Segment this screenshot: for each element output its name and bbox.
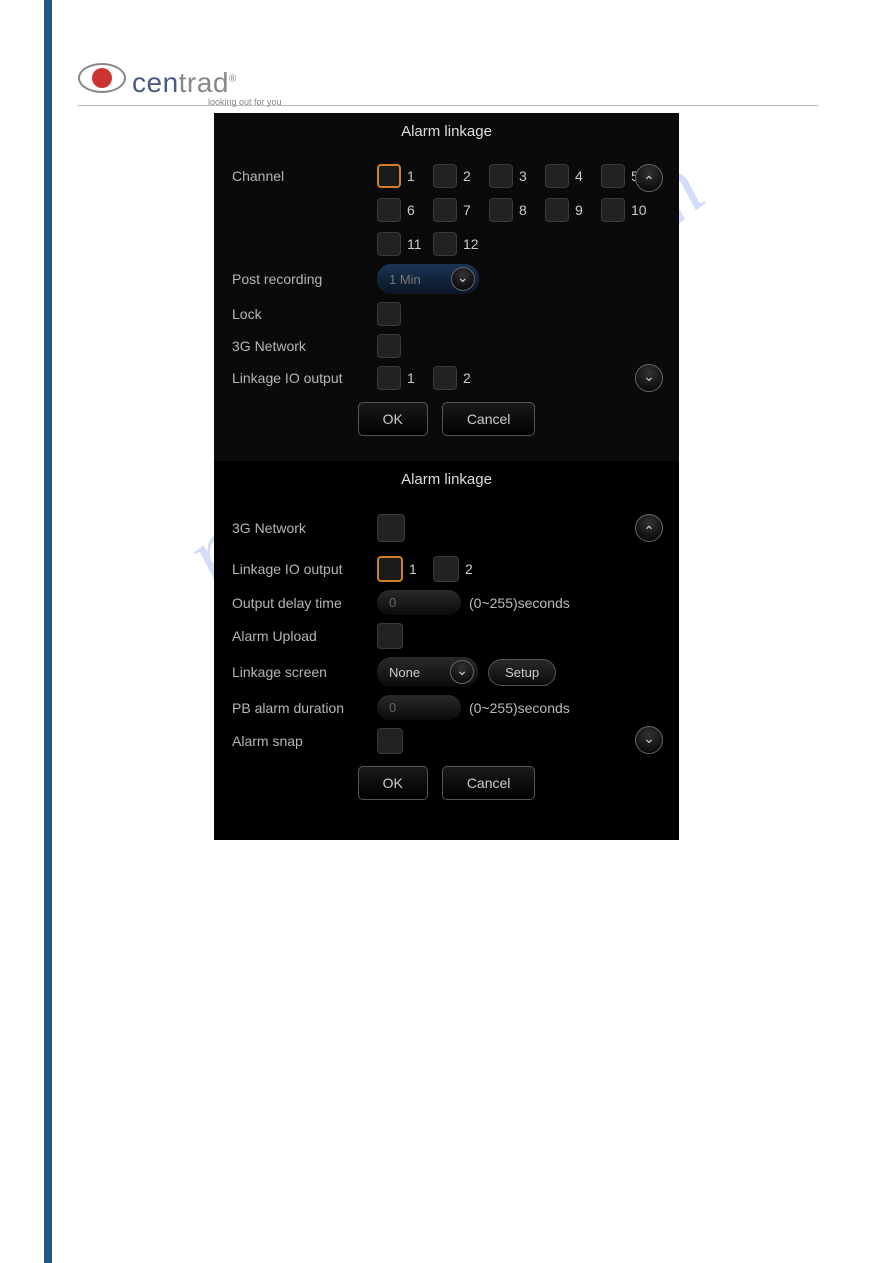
3g-network-checkbox[interactable] xyxy=(377,334,401,358)
linkage-io-checkbox-2[interactable]: 2 xyxy=(433,556,489,582)
page-left-bar xyxy=(44,0,52,1263)
output-delay-hint: (0~255)seconds xyxy=(469,595,570,611)
linkage-io-label: Linkage IO output xyxy=(232,370,377,386)
lock-label: Lock xyxy=(232,306,377,322)
post-recording-row: Post recording 1 Min xyxy=(214,260,679,298)
channel-checkbox-8[interactable]: 8 xyxy=(489,198,545,222)
dialog-title: Alarm linkage xyxy=(214,461,679,498)
linkage-screen-row: Linkage screen None Setup xyxy=(214,653,679,691)
linkage-io-checkbox-2[interactable]: 2 xyxy=(433,366,489,390)
alarm-snap-checkbox[interactable] xyxy=(377,728,403,754)
channel-checkbox-6[interactable]: 6 xyxy=(377,198,433,222)
pb-alarm-row: PB alarm duration 0 (0~255)seconds xyxy=(214,691,679,724)
3g-network-row: 3G Network xyxy=(214,498,679,546)
channel-checkbox-10[interactable]: 10 xyxy=(601,198,657,222)
alarm-upload-label: Alarm Upload xyxy=(232,628,377,644)
3g-network-checkbox[interactable] xyxy=(377,514,405,542)
linkage-io-checkbox-1[interactable]: 1 xyxy=(377,366,433,390)
channel-checkbox-4[interactable]: 4 xyxy=(545,164,601,188)
channel-checkbox-7[interactable]: 7 xyxy=(433,198,489,222)
alarm-upload-row: Alarm Upload xyxy=(214,619,679,653)
alarm-snap-label: Alarm snap xyxy=(232,733,377,749)
dialog-title: Alarm linkage xyxy=(214,113,679,150)
alarm-linkage-dialog-1: Alarm linkage Channel 1 2 3 4 5 6 7 8 9 … xyxy=(214,113,679,464)
channel-checkbox-11[interactable]: 11 xyxy=(377,232,433,256)
logo-eye-icon xyxy=(78,63,126,93)
scroll-down-button[interactable] xyxy=(635,364,663,392)
output-delay-label: Output delay time xyxy=(232,595,377,611)
3g-network-label: 3G Network xyxy=(232,338,377,354)
pb-alarm-hint: (0~255)seconds xyxy=(469,700,570,716)
linkage-io-label: Linkage IO output xyxy=(232,561,377,577)
channel-checkbox-12[interactable]: 12 xyxy=(433,232,489,256)
channel-checkbox-2[interactable]: 2 xyxy=(433,164,489,188)
ok-button[interactable]: OK xyxy=(358,766,428,800)
logo-text: centrad® xyxy=(132,67,237,99)
channel-label: Channel xyxy=(232,168,377,184)
post-recording-label: Post recording xyxy=(232,271,377,287)
output-delay-row: Output delay time 0 (0~255)seconds xyxy=(214,586,679,619)
scroll-up-button[interactable] xyxy=(635,514,663,542)
cancel-button[interactable]: Cancel xyxy=(442,402,536,436)
3g-network-row: 3G Network xyxy=(214,330,679,362)
chevron-down-icon xyxy=(450,660,474,684)
button-row: OK Cancel xyxy=(214,766,679,800)
linkage-io-row: Linkage IO output 1 2 xyxy=(214,546,679,586)
alarm-snap-row: Alarm snap xyxy=(214,724,679,758)
linkage-screen-value: None xyxy=(389,665,420,680)
linkage-io-row: Linkage IO output 1 2 xyxy=(214,362,679,394)
linkage-screen-label: Linkage screen xyxy=(232,664,377,680)
alarm-upload-checkbox[interactable] xyxy=(377,623,403,649)
channel-checkbox-1[interactable]: 1 xyxy=(377,164,433,188)
channel-checkbox-9[interactable]: 9 xyxy=(545,198,601,222)
scroll-up-button[interactable] xyxy=(635,164,663,192)
button-row: OK Cancel xyxy=(214,402,679,436)
lock-checkbox[interactable] xyxy=(377,302,401,326)
pb-alarm-label: PB alarm duration xyxy=(232,700,377,716)
pb-alarm-input[interactable]: 0 xyxy=(377,695,461,720)
ok-button[interactable]: OK xyxy=(358,402,428,436)
logo-tagline: looking out for you xyxy=(208,97,282,107)
post-recording-select[interactable]: 1 Min xyxy=(377,264,479,294)
linkage-screen-select[interactable]: None xyxy=(377,657,478,687)
post-recording-value: 1 Min xyxy=(389,272,421,287)
chevron-down-icon xyxy=(451,267,475,291)
logo-area: centrad® looking out for you xyxy=(78,63,818,106)
lock-row: Lock xyxy=(214,298,679,330)
channel-grid: 1 2 3 4 5 6 7 8 9 10 11 12 xyxy=(377,164,679,256)
logo: centrad® xyxy=(78,63,818,99)
output-delay-input[interactable]: 0 xyxy=(377,590,461,615)
channel-checkbox-3[interactable]: 3 xyxy=(489,164,545,188)
cancel-button[interactable]: Cancel xyxy=(442,766,536,800)
linkage-io-checkbox-1[interactable]: 1 xyxy=(377,556,433,582)
setup-button[interactable]: Setup xyxy=(488,659,556,686)
scroll-down-button[interactable] xyxy=(635,726,663,754)
alarm-linkage-dialog-2: Alarm linkage 3G Network Linkage IO outp… xyxy=(214,461,679,840)
3g-network-label: 3G Network xyxy=(232,520,377,536)
channel-row: Channel 1 2 3 4 5 6 7 8 9 10 11 12 xyxy=(214,150,679,260)
